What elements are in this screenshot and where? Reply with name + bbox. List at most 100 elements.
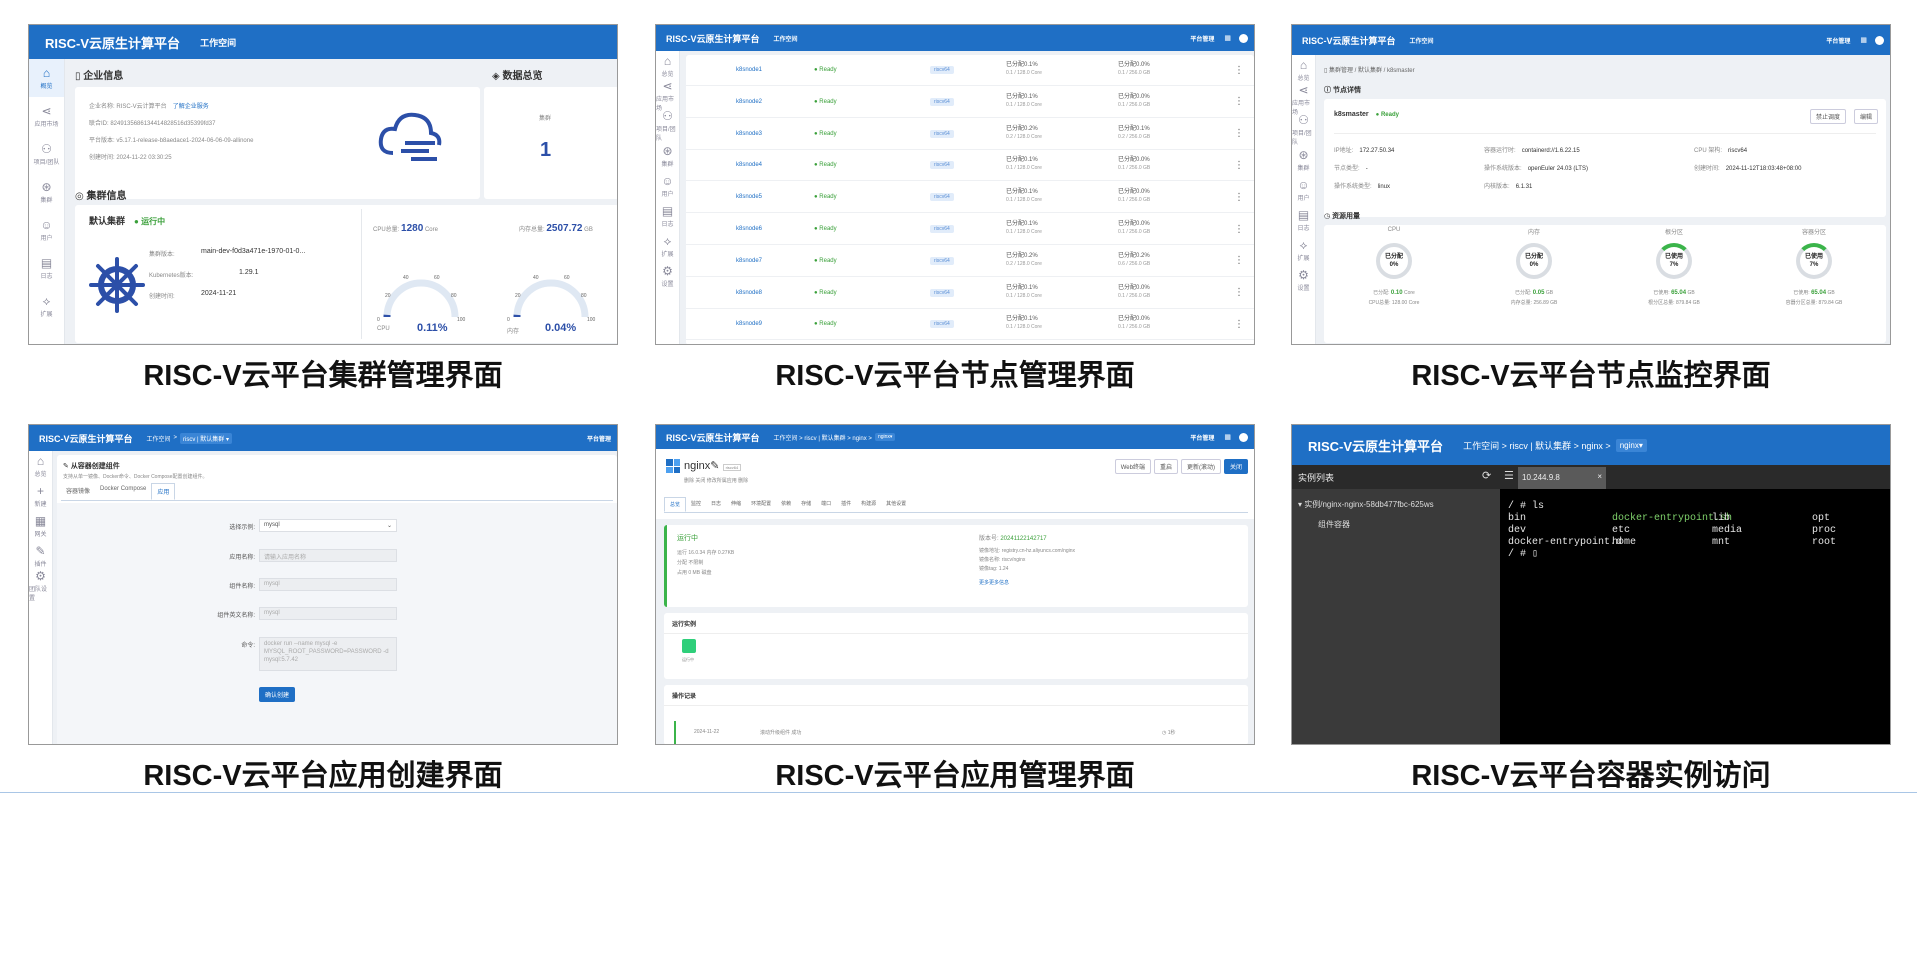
terminal-menu-icon[interactable]: ☰: [1504, 469, 1514, 482]
avatar[interactable]: [1239, 33, 1248, 43]
tab[interactable]: 日志: [706, 497, 726, 512]
tab[interactable]: 监控: [686, 497, 706, 512]
brand-title[interactable]: RISC-V云原生计算平台: [666, 32, 760, 45]
grid-icon[interactable]: ▦: [1224, 433, 1231, 441]
tab[interactable]: 总览: [664, 497, 687, 512]
sidebar-item[interactable]: ⋖ 应用市场: [29, 97, 64, 135]
instance-block[interactable]: [682, 639, 696, 653]
brand-title[interactable]: RISC-V云原生计算平台: [666, 431, 760, 444]
tab[interactable]: 存储: [796, 497, 816, 512]
restart-button[interactable]: 重启: [1153, 459, 1178, 474]
close-icon[interactable]: ×: [1597, 472, 1602, 481]
sidebar-item[interactable]: ⟡ 扩展: [29, 287, 64, 325]
table-row[interactable]: k8snode8 ● Ready riscv64 已分配0.1% 0.1 / 128.0…: [686, 278, 1254, 309]
sidebar-item[interactable]: ⌂ 总览: [29, 451, 52, 481]
tab-compose[interactable]: Docker Compose: [95, 483, 151, 500]
nav-workspace[interactable]: 工作空间: [774, 34, 798, 43]
sidebar-item[interactable]: ⊛ 集群: [1292, 145, 1315, 175]
sidebar-item[interactable]: ⊛ 集群: [29, 173, 64, 211]
crumb-cluster[interactable]: riscv | 默认集群 ▾: [180, 432, 232, 444]
sidebar-item[interactable]: ⚙ 设置: [656, 261, 679, 291]
more-icon[interactable]: ⋮: [1234, 96, 1244, 107]
nav-workspace[interactable]: 工作空间: [1410, 36, 1434, 45]
sidebar-item[interactable]: ☺ 用户: [1292, 175, 1315, 205]
node-name[interactable]: k8snode7: [736, 258, 762, 264]
command-textarea[interactable]: docker run --name mysql -e MYSQL_ROOT_PA…: [259, 637, 397, 671]
node-name[interactable]: k8snode9: [736, 321, 762, 327]
tab[interactable]: 端口: [816, 497, 836, 512]
sidebar-item[interactable]: ⌂ 概览: [29, 59, 64, 97]
data-overview-card[interactable]: 集群 1: [484, 87, 617, 199]
tab[interactable]: 伸缩: [726, 497, 746, 512]
terminal-tab[interactable]: 10.244.9.8 ×: [1518, 467, 1606, 489]
sidebar-item[interactable]: ⚇ 项目/团队: [656, 110, 679, 142]
table-row[interactable]: k8snode7 ● Ready riscv64 已分配0.2% 0.2 / 128.0…: [686, 246, 1254, 277]
breadcrumb[interactable]: 工作空间 > riscv | 默认集群 > nginx >: [774, 433, 872, 442]
component-en-input[interactable]: mysql: [259, 607, 397, 620]
sidebar-item[interactable]: ▤ 日志: [1292, 205, 1315, 235]
instance-tree-item[interactable]: ▾ 实例/nginx-nginx-58db477fbc-625ws: [1298, 499, 1434, 510]
enterprise-service-link[interactable]: 了解企业服务: [173, 104, 209, 110]
tab[interactable]: 构建源: [856, 497, 881, 512]
sidebar-item[interactable]: ⌂ 总览: [656, 51, 679, 81]
sidebar-item[interactable]: ⋖ 应用市场: [656, 80, 679, 112]
platform-mgmt-link[interactable]: 平台管理: [1190, 433, 1214, 442]
node-name[interactable]: k8snode4: [736, 162, 762, 168]
web-terminal-button[interactable]: Web终端: [1114, 459, 1151, 474]
app-name-input[interactable]: 请输入应用名称: [259, 549, 397, 562]
sidebar-item[interactable]: ☺ 用户: [29, 211, 64, 249]
avatar[interactable]: [1239, 432, 1248, 442]
sidebar-item[interactable]: ⚇ 项目/团队: [29, 135, 64, 173]
table-row[interactable]: k8snode9 ● Ready riscv64 已分配0.1% 0.1 / 128.0…: [686, 309, 1254, 341]
terminal-output[interactable]: / # ls bin docker-entrypoint.sh lib opt dev et…: [1508, 501, 1888, 741]
node-name[interactable]: k8snode6: [736, 226, 762, 232]
sidebar-item[interactable]: ▤ 日志: [656, 201, 679, 231]
node-name[interactable]: k8snode2: [736, 99, 762, 105]
table-row[interactable]: k8snode4 ● Ready riscv64 已分配0.1% 0.1 / 128.0…: [686, 150, 1254, 182]
grid-icon[interactable]: ▦: [1860, 36, 1867, 44]
cordon-button[interactable]: 禁止调度: [1809, 109, 1846, 124]
node-name[interactable]: k8snode5: [736, 194, 762, 200]
crumb-nginx[interactable]: nginx▾: [1615, 438, 1647, 452]
tab[interactable]: 插件: [836, 497, 856, 512]
node-name[interactable]: k8snode1: [736, 67, 762, 73]
sidebar-item[interactable]: ▦ 网关: [29, 511, 52, 541]
breadcrumb[interactable]: 工作空间 > riscv | 默认集群 > nginx >: [1463, 439, 1611, 452]
sidebar-item[interactable]: ⊛ 集群: [656, 141, 679, 171]
sidebar-item[interactable]: ⚇ 项目/团队: [1292, 114, 1315, 146]
grid-icon[interactable]: ▦: [1224, 34, 1231, 42]
edit-button[interactable]: 编辑: [1853, 109, 1878, 124]
sidebar-item[interactable]: ⟡ 扩展: [656, 231, 679, 261]
component-name-input[interactable]: mysql: [259, 578, 397, 591]
container-tree-item[interactable]: 组件容器: [1318, 519, 1350, 530]
table-row[interactable]: k8snode6 ● Ready riscv64 已分配0.1% 0.1 / 128.0…: [686, 214, 1254, 245]
app-sub-actions[interactable]: 删除 关闭 修改所属应用 删除: [684, 477, 748, 484]
platform-mgmt-link[interactable]: 平台管理: [587, 434, 611, 443]
nav-workspace[interactable]: 工作空间: [200, 36, 236, 49]
cluster-name[interactable]: 默认集群: [89, 216, 125, 226]
sidebar-item[interactable]: ☺ 用户: [656, 171, 679, 201]
sidebar-item[interactable]: ⋖ 应用市场: [1292, 84, 1315, 116]
example-select[interactable]: mysql ⌄: [259, 519, 397, 532]
sidebar-item[interactable]: + 新建: [29, 481, 52, 511]
more-icon[interactable]: ⋮: [1234, 160, 1244, 171]
refresh-icon[interactable]: ⟳: [1482, 469, 1491, 482]
crumb-workspace[interactable]: 工作空间: [147, 434, 171, 443]
sidebar-item[interactable]: ⚙ 设置: [1292, 265, 1315, 295]
table-row[interactable]: k8snode3 ● Ready riscv64 已分配0.2% 0.2 / 128.0…: [686, 119, 1254, 150]
more-icon[interactable]: ⋮: [1234, 287, 1244, 298]
crumb-nginx[interactable]: nginx▾: [874, 433, 896, 441]
platform-mgmt-link[interactable]: 平台管理: [1826, 36, 1850, 45]
sidebar-item[interactable]: ⌂ 总览: [1292, 55, 1315, 85]
confirm-create-button[interactable]: 确认创建: [259, 687, 296, 702]
more-icon[interactable]: ⋮: [1234, 192, 1244, 203]
tab[interactable]: 其他设置: [881, 497, 911, 512]
tab[interactable]: 依赖: [776, 497, 796, 512]
node-name[interactable]: k8snode8: [736, 290, 762, 296]
more-info-link[interactable]: 更多更多信息: [979, 579, 1009, 586]
tab-image[interactable]: 容器镜像: [61, 483, 95, 500]
avatar[interactable]: [1875, 35, 1884, 45]
more-icon[interactable]: ⋮: [1234, 255, 1244, 266]
sidebar-item[interactable]: ▤ 日志: [29, 249, 64, 287]
close-button[interactable]: 关闭: [1223, 459, 1248, 474]
